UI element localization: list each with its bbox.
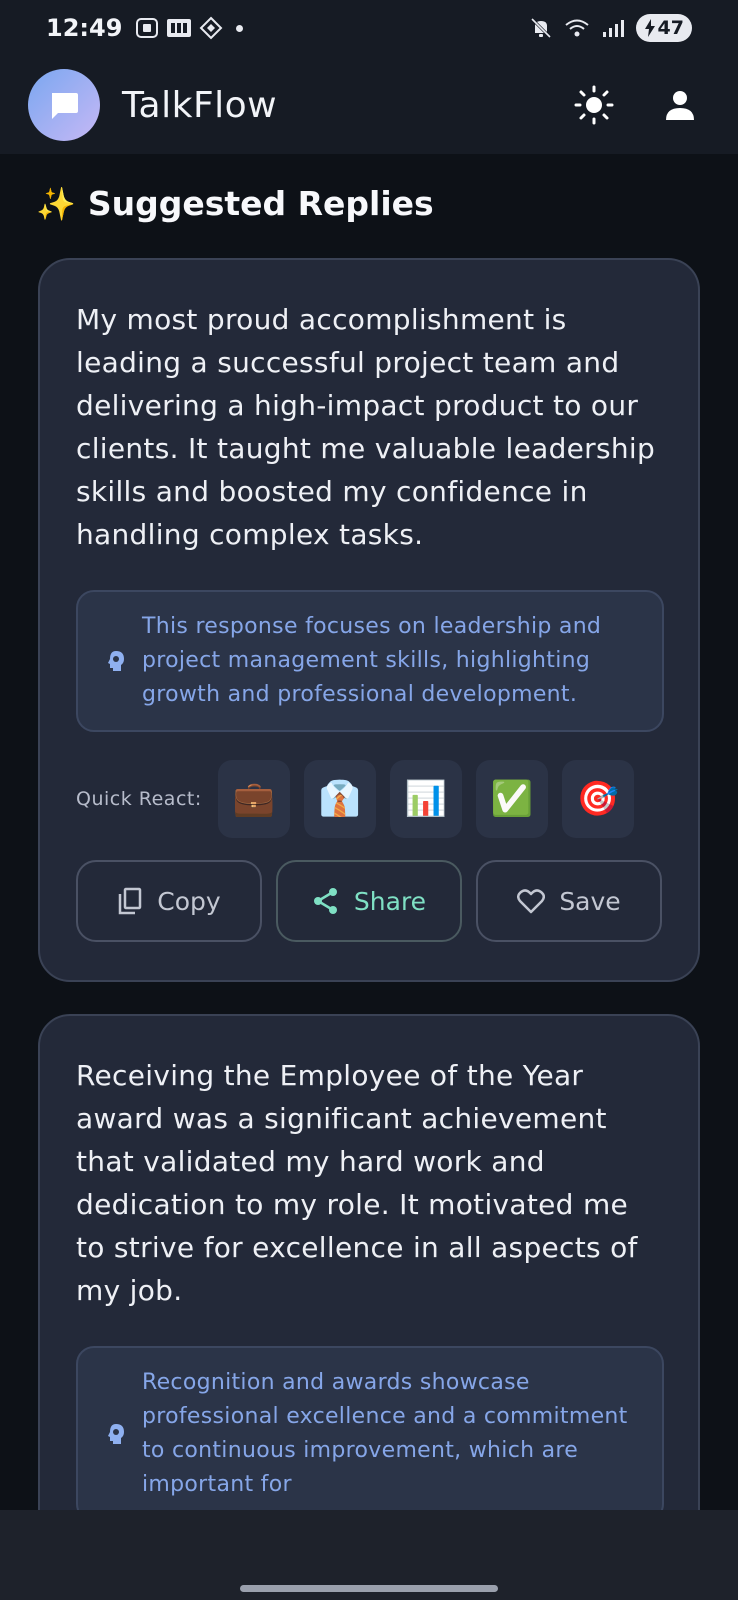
insight-text: Recognition and awards showcase professi… <box>142 1370 628 1497</box>
app-header: TalkFlow <box>0 56 738 154</box>
app-logo <box>28 69 100 141</box>
status-bar: 12:49 47 <box>0 0 738 56</box>
share-label: Share <box>353 886 427 916</box>
sparkles-icon: ✨ <box>36 184 76 223</box>
copy-label: Copy <box>157 886 221 916</box>
save-button[interactable]: Save <box>476 860 662 942</box>
share-button[interactable]: Share <box>276 860 462 942</box>
react-chart-button[interactable]: 📊 <box>390 760 462 838</box>
insight-box: Recognition and awards showcase professi… <box>76 1346 664 1510</box>
react-briefcase-button[interactable]: 💼 <box>218 760 290 838</box>
save-label: Save <box>559 886 621 916</box>
insight-box: This response focuses on leadership and … <box>76 590 664 732</box>
notification-icons <box>134 16 244 40</box>
status-right: 47 <box>528 14 692 42</box>
screenshot-icon <box>134 16 160 40</box>
photos-icon <box>166 16 192 40</box>
mute-icon <box>528 16 554 40</box>
reply-text[interactable]: My most proud accomplishment is leading … <box>76 298 662 556</box>
main-content[interactable]: ✨ Suggested Replies My most proud accomp… <box>0 154 738 1510</box>
react-target-button[interactable]: 🎯 <box>562 760 634 838</box>
home-indicator[interactable] <box>240 1585 498 1592</box>
theme-toggle-button[interactable] <box>574 85 614 125</box>
status-left: 12:49 <box>46 14 244 42</box>
share-icon <box>313 888 337 914</box>
header-actions <box>574 85 700 125</box>
profile-button[interactable] <box>660 85 700 125</box>
card-actions: Copy Share Save <box>76 860 662 942</box>
battery-charging-icon <box>644 19 655 37</box>
section-title-text: Suggested Replies <box>87 184 434 223</box>
react-check-button[interactable]: ✅ <box>476 760 548 838</box>
chat-bubble-icon <box>52 93 78 119</box>
status-time: 12:49 <box>46 14 123 42</box>
signal-icon <box>600 16 626 40</box>
heart-icon <box>517 889 546 914</box>
reply-card: Receiving the Employee of the Year award… <box>38 1014 700 1510</box>
idea-head-icon <box>104 1423 128 1445</box>
copy-icon <box>119 887 142 915</box>
location-icon <box>198 16 224 40</box>
more-notifications-dot <box>236 24 244 32</box>
insight-text: This response focuses on leadership and … <box>142 614 602 707</box>
sun-icon <box>574 85 614 125</box>
section-title: ✨ Suggested Replies <box>36 184 434 223</box>
copy-button[interactable]: Copy <box>76 860 262 942</box>
battery-indicator: 47 <box>635 14 692 42</box>
app-title: TalkFlow <box>122 84 278 126</box>
profile-icon <box>666 91 694 120</box>
quick-react-row: Quick React: 💼 👔 📊 ✅ 🎯 <box>76 760 662 838</box>
battery-level: 47 <box>657 17 684 39</box>
reply-text[interactable]: Receiving the Employee of the Year award… <box>76 1054 662 1312</box>
quick-react-label: Quick React: <box>76 788 202 810</box>
reply-card: My most proud accomplishment is leading … <box>38 258 700 982</box>
idea-head-icon <box>104 650 128 672</box>
wifi-icon <box>564 16 590 40</box>
react-tie-button[interactable]: 👔 <box>304 760 376 838</box>
